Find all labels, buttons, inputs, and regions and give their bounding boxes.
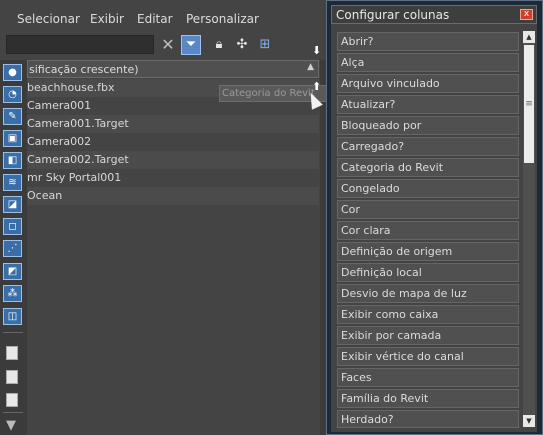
list-item[interactable]: Camera002 bbox=[27, 133, 319, 151]
scroll-up-icon[interactable]: ▲ bbox=[523, 31, 535, 43]
camera-filter-icon[interactable]: ▣ bbox=[3, 130, 22, 147]
bone-filter-icon[interactable]: ⋰ bbox=[3, 240, 22, 257]
list-item[interactable]: mr Sky Portal001 bbox=[27, 169, 319, 187]
column-item[interactable]: Exibir vértice do canal bbox=[337, 347, 519, 366]
column-item[interactable]: Faces bbox=[337, 368, 519, 387]
configure-columns-dialog: Configurar colunas x Abrir? Alça Arquivo… bbox=[326, 0, 543, 435]
menu-personalizar[interactable]: Personalizar bbox=[186, 12, 259, 26]
shape-filter-icon[interactable]: ◔ bbox=[3, 86, 22, 103]
scroll-down-icon[interactable]: ▼ bbox=[523, 415, 535, 427]
column-item[interactable]: Exibir por camada bbox=[337, 326, 519, 345]
helper-filter-icon[interactable]: ◧ bbox=[3, 152, 22, 169]
menu-bar: Selecionar Exibir Editar Personalizar bbox=[0, 10, 326, 30]
list-item[interactable]: Ocean bbox=[27, 187, 319, 205]
display-all-icon[interactable] bbox=[6, 346, 18, 360]
hierarchy-icon[interactable]: ⊞ bbox=[255, 35, 275, 55]
scroll-thumb[interactable]: ≡ bbox=[524, 45, 534, 163]
column-item[interactable]: Congelado bbox=[337, 179, 519, 198]
column-item[interactable]: Cor bbox=[337, 200, 519, 219]
column-item[interactable]: Definição local bbox=[337, 263, 519, 282]
spacewarp-filter-icon[interactable]: ≋ bbox=[3, 174, 22, 191]
column-item[interactable]: Exibir como caixa bbox=[337, 305, 519, 324]
column-item[interactable]: Família do Revit bbox=[337, 389, 519, 408]
column-item[interactable]: Desvio de mapa de luz bbox=[337, 284, 519, 303]
column-item[interactable]: Alça bbox=[337, 53, 519, 72]
dialog-titlebar[interactable]: Configurar colunas x bbox=[331, 5, 537, 24]
add-cursor-icon[interactable]: ✣ bbox=[232, 35, 252, 55]
close-icon[interactable]: ✕ bbox=[158, 35, 178, 55]
toolbar: ✕ ⏷ 🔒︎ ✣ ⊞ bbox=[0, 33, 326, 59]
drop-marker-down-icon: ⬇ bbox=[312, 44, 322, 57]
column-item[interactable]: Categoria do Revit bbox=[337, 158, 519, 177]
close-button[interactable]: x bbox=[520, 9, 533, 20]
xref-filter-icon[interactable]: ◻ bbox=[3, 218, 22, 235]
column-item[interactable]: Herdado? bbox=[337, 410, 519, 428]
strip-divider bbox=[3, 332, 23, 333]
strip-divider bbox=[3, 412, 23, 413]
sort-up-icon: ▲ bbox=[307, 62, 314, 72]
filter-icon[interactable]: ⏷ bbox=[181, 35, 201, 55]
invert-display-icon[interactable] bbox=[6, 393, 18, 407]
frozen-filter-icon[interactable]: ◫ bbox=[3, 308, 22, 325]
lock-icon[interactable]: 🔒︎ bbox=[209, 35, 229, 55]
search-input[interactable] bbox=[6, 35, 154, 54]
list-item[interactable]: Camera002.Target bbox=[27, 151, 319, 169]
menu-selecionar[interactable]: Selecionar bbox=[17, 12, 80, 26]
list-item[interactable]: Camera001.Target bbox=[27, 115, 319, 133]
column-item[interactable]: Arquivo vinculado bbox=[337, 74, 519, 93]
light-filter-icon[interactable]: ✎ bbox=[3, 108, 22, 125]
scene-explorer: Selecionar Exibir Editar Personalizar ✕ … bbox=[0, 0, 397, 435]
group-filter-icon[interactable]: ◪ bbox=[3, 196, 22, 213]
geometry-filter-icon[interactable]: ● bbox=[3, 64, 22, 81]
dialog-title: Configurar colunas bbox=[336, 8, 450, 22]
column-item[interactable]: Cor clara bbox=[337, 221, 519, 240]
column-item[interactable]: Carregado? bbox=[337, 137, 519, 156]
menu-exibir[interactable]: Exibir bbox=[90, 12, 124, 26]
column-header-name[interactable]: sificação crescente) ▲ bbox=[27, 60, 319, 78]
funnel-icon[interactable]: ▼ bbox=[6, 418, 16, 433]
column-item[interactable]: Atualizar? bbox=[337, 95, 519, 114]
container-filter-icon[interactable]: ◩ bbox=[3, 263, 22, 280]
display-none-icon[interactable] bbox=[6, 370, 18, 384]
particle-filter-icon[interactable]: ⁂ bbox=[3, 285, 22, 302]
column-item[interactable]: Bloqueado por bbox=[337, 116, 519, 135]
column-header-label: sificação crescente) bbox=[29, 63, 139, 76]
menu-editar[interactable]: Editar bbox=[137, 12, 173, 26]
column-item[interactable]: Abrir? bbox=[337, 32, 519, 51]
column-list: Abrir? Alça Arquivo vinculado Atualizar?… bbox=[331, 24, 537, 432]
column-item[interactable]: Definição de origem bbox=[337, 242, 519, 261]
dialog-scrollbar[interactable]: ▲ ≡ ▼ bbox=[523, 31, 535, 427]
display-filter-strip: ● ◔ ✎ ▣ ◧ ≋ ◪ ◻ ⋰ ◩ ⁂ ◫ ▼ bbox=[0, 60, 27, 435]
